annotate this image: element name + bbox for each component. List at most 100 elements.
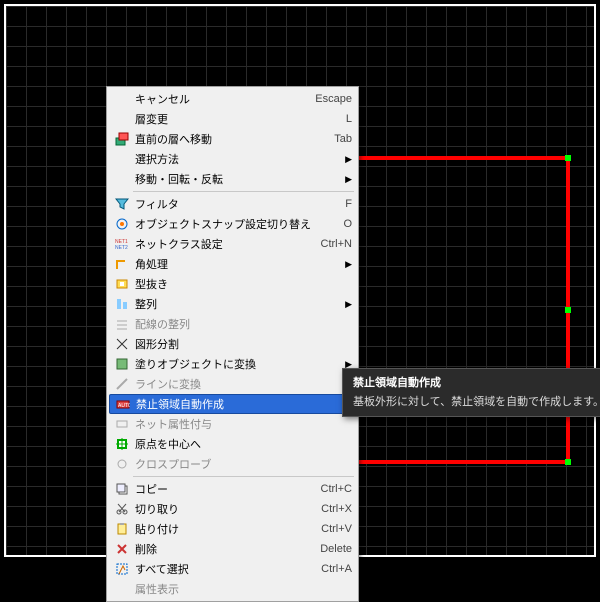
- menu-item[interactable]: 削除Delete: [109, 539, 356, 559]
- paste-icon: [113, 521, 131, 537]
- menu-item[interactable]: フィルタF: [109, 194, 356, 214]
- menu-item-label: オブジェクトスナップ設定切り替え: [131, 216, 337, 232]
- menu-item[interactable]: 移動・回転・反転▶: [109, 169, 356, 189]
- menu-item: ラインに変換: [109, 374, 356, 394]
- menu-item-label: 貼り付け: [131, 521, 315, 537]
- menu-item-label: 選択方法: [131, 151, 342, 167]
- align-icon: [113, 296, 131, 312]
- menu-item-shortcut: Ctrl+X: [315, 503, 352, 515]
- menu-item[interactable]: AUTO禁止領域自動作成: [109, 394, 356, 414]
- menu-item: 配線の整列: [109, 314, 356, 334]
- menu-item-label: 整列: [131, 296, 342, 312]
- menu-item-label: ネットクラス設定: [131, 236, 315, 252]
- menu-item-label: 属性表示: [131, 581, 352, 597]
- netattr-icon: [113, 416, 131, 432]
- snap-icon: [113, 216, 131, 232]
- menu-item-label: 型抜き: [131, 276, 352, 292]
- no-icon: [113, 151, 131, 167]
- punch-icon: [113, 276, 131, 292]
- menu-item-shortcut: Ctrl+C: [315, 483, 352, 495]
- menu-item-shortcut: O: [337, 218, 352, 230]
- editor-viewport: キャンセルEscape層変更L直前の層へ移動Tab選択方法▶移動・回転・反転▶フ…: [4, 4, 596, 557]
- menu-item[interactable]: 直前の層へ移動Tab: [109, 129, 356, 149]
- probe-icon: [113, 456, 131, 472]
- menu-item-shortcut: Tab: [328, 133, 352, 145]
- menu-item[interactable]: 塗りオブジェクトに変換▶: [109, 354, 356, 374]
- menu-item-shortcut: Delete: [314, 543, 352, 555]
- menu-item[interactable]: 選択方法▶: [109, 149, 356, 169]
- submenu-arrow-icon: ▶: [342, 299, 352, 310]
- menu-item-label: 直前の層へ移動: [131, 131, 328, 147]
- menu-item-label: ラインに変換: [131, 376, 352, 392]
- menu-item[interactable]: 層変更L: [109, 109, 356, 129]
- no-icon: [113, 581, 131, 597]
- menu-item-label: コピー: [131, 481, 315, 497]
- menu-item-label: 原点を中心へ: [131, 436, 352, 452]
- menu-item-label: 切り取り: [131, 501, 315, 517]
- menu-item-label: 移動・回転・反転: [131, 171, 342, 187]
- menu-item-label: フィルタ: [131, 196, 339, 212]
- menu-item: 属性表示: [109, 579, 356, 599]
- menu-item-label: 角処理: [131, 256, 342, 272]
- menu-item[interactable]: NET1NET2ネットクラス設定Ctrl+N: [109, 234, 356, 254]
- netclass-icon: NET1NET2: [113, 236, 131, 252]
- board-outline[interactable]: [326, 156, 570, 464]
- menu-item-shortcut: L: [340, 113, 352, 125]
- menu-item[interactable]: 整列▶: [109, 294, 356, 314]
- menu-item-label: 塗りオブジェクトに変換: [131, 356, 342, 372]
- layer-icon: [113, 131, 131, 147]
- origin-icon: [113, 436, 131, 452]
- menu-item[interactable]: すべて選択Ctrl+A: [109, 559, 356, 579]
- menu-item-label: すべて選択: [131, 561, 315, 577]
- menu-item-label: クロスプローブ: [131, 456, 352, 472]
- menu-item[interactable]: 原点を中心へ: [109, 434, 356, 454]
- menu-item[interactable]: 型抜き: [109, 274, 356, 294]
- no-icon: [113, 111, 131, 127]
- no-icon: [113, 91, 131, 107]
- menu-item-shortcut: F: [339, 198, 352, 210]
- no-icon: [113, 171, 131, 187]
- svg-text:NET2: NET2: [115, 245, 128, 251]
- menu-item[interactable]: キャンセルEscape: [109, 89, 356, 109]
- keepout-icon: AUTO: [114, 396, 132, 412]
- menu-separator: [133, 191, 354, 192]
- split-icon: [113, 336, 131, 352]
- toline-icon: [113, 376, 131, 392]
- menu-item-label: 禁止領域自動作成: [132, 396, 351, 412]
- menu-separator: [133, 476, 354, 477]
- handle-br[interactable]: [565, 459, 571, 465]
- menu-item[interactable]: 角処理▶: [109, 254, 356, 274]
- menu-item: クロスプローブ: [109, 454, 356, 474]
- menu-item-label: 削除: [131, 541, 314, 557]
- tooltip-body: 基板外形に対して、禁止領域を自動で作成します。: [353, 394, 600, 411]
- submenu-arrow-icon: ▶: [342, 154, 352, 165]
- menu-item: ネット属性付与: [109, 414, 356, 434]
- menu-item-label: キャンセル: [131, 91, 309, 107]
- submenu-arrow-icon: ▶: [342, 174, 352, 185]
- menu-item[interactable]: 図形分割: [109, 334, 356, 354]
- menu-item[interactable]: 切り取りCtrl+X: [109, 499, 356, 519]
- menu-item-label: 層変更: [131, 111, 340, 127]
- copy-icon: [113, 481, 131, 497]
- menu-item[interactable]: コピーCtrl+C: [109, 479, 356, 499]
- menu-item-shortcut: Escape: [309, 93, 352, 105]
- funnel-icon: [113, 196, 131, 212]
- menu-item[interactable]: 貼り付けCtrl+V: [109, 519, 356, 539]
- cut-icon: [113, 501, 131, 517]
- menu-item-label: 配線の整列: [131, 316, 352, 332]
- tooltip-title: 禁止領域自動作成: [353, 375, 600, 392]
- menu-item-label: 図形分割: [131, 336, 352, 352]
- menu-item-shortcut: Ctrl+N: [315, 238, 352, 250]
- handle-tr[interactable]: [565, 155, 571, 161]
- svg-text:AUTO: AUTO: [118, 403, 130, 409]
- menu-item[interactable]: オブジェクトスナップ設定切り替えO: [109, 214, 356, 234]
- corner-icon: [113, 256, 131, 272]
- selectall-icon: [113, 561, 131, 577]
- tooltip: 禁止領域自動作成 基板外形に対して、禁止領域を自動で作成します。: [342, 368, 600, 417]
- context-menu: キャンセルEscape層変更L直前の層へ移動Tab選択方法▶移動・回転・反転▶フ…: [106, 86, 359, 602]
- submenu-arrow-icon: ▶: [342, 259, 352, 270]
- handle-r[interactable]: [565, 307, 571, 313]
- wirealign-icon: [113, 316, 131, 332]
- menu-item-shortcut: Ctrl+A: [315, 563, 352, 575]
- fill-icon: [113, 356, 131, 372]
